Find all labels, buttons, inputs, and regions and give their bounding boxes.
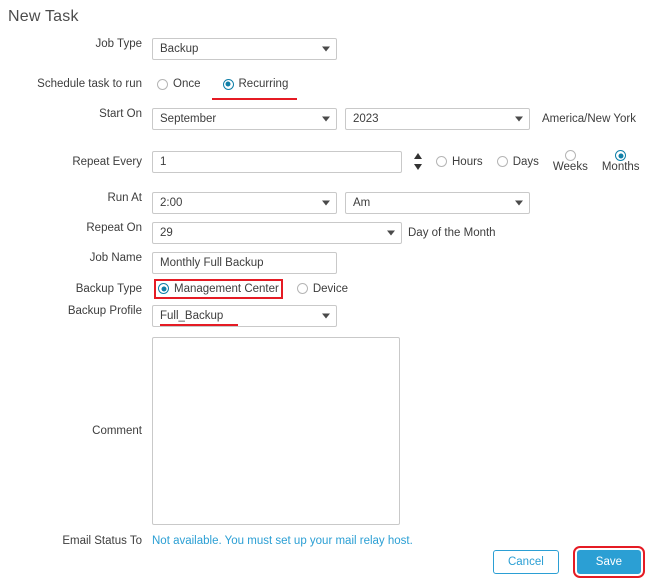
email-status-note: Not available. You must set up your mail… bbox=[152, 534, 413, 547]
radio-device-label: Device bbox=[312, 282, 348, 295]
chevron-down-icon bbox=[387, 230, 395, 236]
row-schedule: Schedule task to run Once Recurring bbox=[0, 78, 653, 100]
run-at-time-value: 2:00 bbox=[160, 196, 183, 209]
radio-weeks-icon bbox=[564, 150, 576, 161]
backup-type-label: Backup Type bbox=[75, 282, 142, 295]
radio-months-label: Months bbox=[601, 161, 640, 173]
run-at-meridiem-value: Am bbox=[353, 196, 371, 209]
repeat-on-value: 29 bbox=[160, 226, 173, 239]
repeat-on-suffix: Day of the Month bbox=[408, 226, 496, 239]
radio-management-center-label: Management Center bbox=[174, 282, 279, 295]
radio-once-label: Once bbox=[173, 78, 201, 90]
radio-backup-type-management-center[interactable]: Management Center bbox=[154, 278, 283, 299]
radio-unit-days[interactable]: Days bbox=[496, 155, 539, 168]
repeat-every-value: 1 bbox=[160, 155, 167, 168]
chevron-down-icon bbox=[322, 313, 330, 319]
job-name-input[interactable]: Monthly Full Backup bbox=[152, 251, 337, 274]
start-year-value: 2023 bbox=[353, 113, 379, 125]
radio-hours-icon bbox=[436, 156, 447, 168]
start-on-label: Start On bbox=[99, 108, 142, 120]
page-title: New Task bbox=[8, 8, 79, 25]
highlight-underline-backup-profile bbox=[160, 323, 238, 326]
run-at-time-select[interactable]: 2:00 bbox=[152, 191, 337, 214]
radio-days-icon bbox=[496, 156, 508, 168]
row-start-on: Start On September 2023 America/New York bbox=[0, 108, 653, 130]
row-email-status: Email Status To Not available. You must … bbox=[0, 535, 653, 547]
row-backup-type: Backup Type Management Center Device bbox=[0, 278, 653, 299]
row-run-at: Run At 2:00 Am bbox=[0, 191, 653, 214]
stepper-down-icon[interactable] bbox=[414, 164, 422, 171]
stepper-up-icon[interactable] bbox=[414, 153, 422, 160]
chevron-down-icon bbox=[322, 46, 330, 52]
job-type-value: Backup bbox=[160, 43, 199, 55]
radio-schedule-once[interactable]: Once bbox=[157, 78, 201, 90]
radio-days-label: Days bbox=[512, 155, 539, 168]
chevron-down-icon bbox=[322, 116, 330, 122]
row-job-name: Job Name Monthly Full Backup bbox=[0, 251, 653, 274]
backup-profile-value: Full_Backup bbox=[160, 309, 224, 322]
schedule-label: Schedule task to run bbox=[37, 78, 142, 90]
repeat-on-select[interactable]: 29 bbox=[152, 221, 402, 244]
highlight-underline-recurring bbox=[212, 98, 297, 100]
start-month-value: September bbox=[160, 113, 217, 125]
row-repeat-on: Repeat On 29 Day of the Month bbox=[0, 221, 653, 244]
job-name-value: Monthly Full Backup bbox=[160, 256, 264, 269]
radio-backup-type-device[interactable]: Device bbox=[296, 282, 348, 295]
start-month-select[interactable]: September bbox=[152, 108, 337, 130]
repeat-every-input[interactable]: 1 bbox=[152, 150, 402, 173]
row-backup-profile: Backup Profile Full_Backup bbox=[0, 304, 653, 327]
comment-label: Comment bbox=[92, 424, 142, 437]
run-at-meridiem-select[interactable]: Am bbox=[345, 191, 530, 214]
radio-weeks-label: Weeks bbox=[552, 161, 588, 173]
quantity-stepper[interactable] bbox=[414, 153, 422, 171]
radio-recurring-label: Recurring bbox=[238, 78, 289, 90]
radio-recurring-icon bbox=[222, 78, 234, 90]
radio-device-icon bbox=[296, 283, 308, 295]
radio-once-icon bbox=[157, 78, 168, 90]
repeat-every-label: Repeat Every bbox=[72, 155, 142, 168]
row-job-type: Job Type Backup bbox=[0, 38, 653, 60]
save-button[interactable]: Save bbox=[572, 546, 646, 578]
timezone-text: America/New York bbox=[542, 113, 636, 125]
chevron-down-icon bbox=[515, 200, 523, 206]
comment-input[interactable] bbox=[152, 336, 400, 525]
radio-unit-weeks[interactable]: Weeks bbox=[553, 150, 588, 174]
radio-months-icon bbox=[615, 150, 627, 161]
job-type-label: Job Type bbox=[95, 38, 142, 50]
repeat-on-label: Repeat On bbox=[86, 221, 142, 234]
radio-unit-hours[interactable]: Hours bbox=[436, 156, 483, 168]
email-status-label: Email Status To bbox=[62, 534, 142, 547]
job-type-select[interactable]: Backup bbox=[152, 38, 337, 60]
chevron-down-icon bbox=[322, 200, 330, 206]
radio-hours-label: Hours bbox=[452, 155, 483, 168]
form-actions: Cancel Save bbox=[492, 546, 646, 578]
radio-schedule-recurring[interactable]: Recurring bbox=[222, 78, 289, 90]
backup-profile-label: Backup Profile bbox=[67, 304, 142, 317]
job-name-label: Job Name bbox=[89, 251, 142, 264]
row-repeat-every: Repeat Every 1 Hours Days Weeks Months bbox=[0, 150, 653, 174]
new-task-form: Job Type Backup Schedule task to run Onc… bbox=[0, 30, 653, 547]
radio-management-center-icon bbox=[158, 283, 169, 295]
run-at-label: Run At bbox=[107, 191, 142, 204]
row-comment: Comment bbox=[0, 336, 653, 525]
radio-unit-months[interactable]: Months bbox=[602, 150, 640, 174]
chevron-down-icon bbox=[515, 116, 523, 122]
start-year-select[interactable]: 2023 bbox=[345, 108, 530, 130]
cancel-button[interactable]: Cancel bbox=[492, 550, 559, 574]
